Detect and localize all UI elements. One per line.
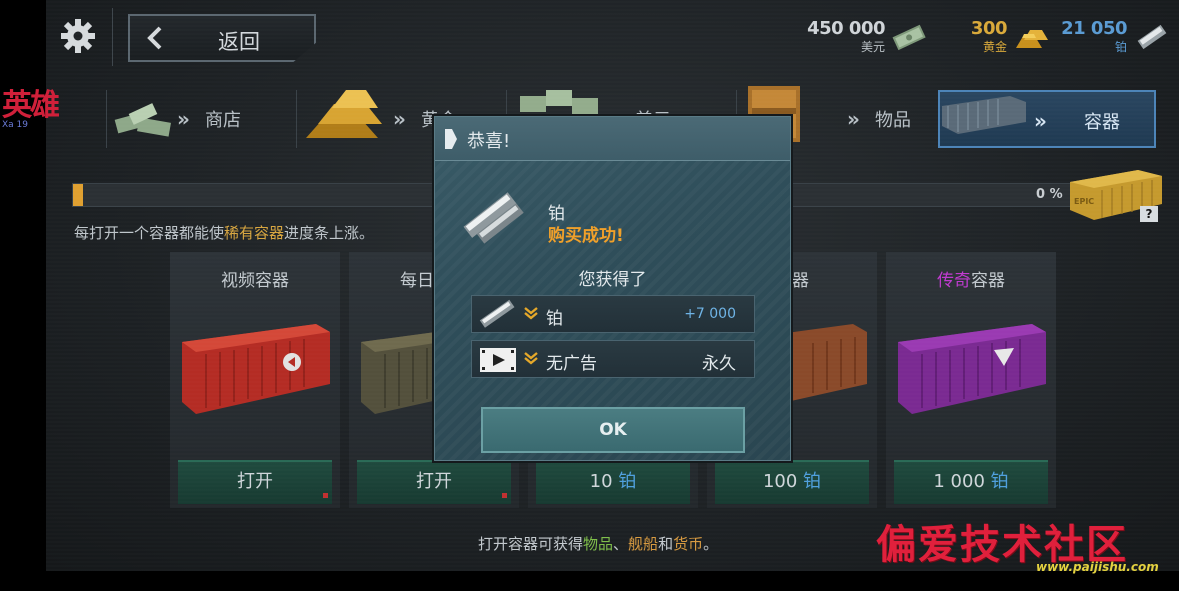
currency-platinum: 21 050 铂 — [1061, 18, 1127, 55]
cost-value: 100 — [762, 471, 798, 492]
progress-percent: 0 % — [1036, 187, 1063, 202]
purchase-success-dialog: 恭喜! 铂 购买成功! 您获得了 铂 +7 000 无广告 永久 OK — [434, 116, 791, 461]
card-title-suffix: 容器 — [971, 271, 1005, 291]
purple-container-icon — [898, 324, 1046, 414]
double-chevron-icon: » — [847, 107, 860, 131]
dialog-header: 恭喜! — [435, 117, 790, 161]
cash-pile-icon — [114, 103, 171, 137]
reward-label: 无广告 — [546, 354, 597, 374]
gold-name: 黄金 — [982, 40, 1007, 54]
purchase-success-message: 购买成功! — [548, 226, 624, 246]
card-title: 传奇容器 — [886, 266, 1056, 291]
cost-currency: 铂 — [618, 471, 637, 492]
hint-prefix: 每打开一个容器都能使 — [74, 224, 225, 242]
back-label: 返回 — [218, 30, 260, 54]
epic-label: EPIC — [1074, 197, 1094, 206]
buy-legendary-container-button[interactable]: 1 000 铂 — [894, 460, 1048, 504]
reward-label: 铂 — [546, 309, 563, 329]
hint-highlight: 稀有容器 — [224, 224, 285, 242]
chevron-rank-icon — [524, 352, 538, 365]
cost-value: 1 000 — [933, 471, 985, 492]
notification-dot — [323, 493, 328, 498]
buy-container-100-button[interactable]: 100 铂 — [715, 460, 869, 504]
ok-button[interactable]: OK — [481, 407, 745, 453]
hint-suffix: 进度条上涨。 — [284, 224, 375, 242]
help-button[interactable]: ? — [1140, 206, 1158, 222]
footer-and: 和 — [658, 535, 674, 553]
buy-container-10-button[interactable]: 10 铂 — [536, 460, 690, 504]
divider — [112, 8, 113, 66]
progress-fill — [73, 184, 84, 206]
platinum-bars-icon — [1137, 24, 1167, 50]
cost-currency: 铂 — [990, 471, 1009, 492]
reward-value: +7 000 — [684, 306, 736, 322]
video-play-icon — [480, 348, 516, 372]
watermark-top-left-sub: Xa 19 — [2, 120, 28, 130]
top-bar: 返回 450 000 美元 300 黄金 21 050 铂 — [46, 0, 1179, 72]
red-container-icon — [182, 324, 330, 414]
chevron-left-icon — [147, 26, 162, 50]
legendary-word: 传奇 — [937, 271, 971, 291]
container-card-legendary: 传奇容器 1 000 铂 — [886, 252, 1056, 508]
progress-hint: 每打开一个容器都能使稀有容器进度条上涨。 — [74, 222, 374, 243]
back-button[interactable]: 返回 — [128, 14, 316, 62]
currency-usd: 450 000 美元 — [807, 18, 885, 55]
reward-row-no-ads: 无广告 永久 — [471, 340, 755, 378]
reward-row-platinum: 铂 +7 000 — [471, 295, 755, 333]
dialog-title: 恭喜! — [467, 131, 511, 152]
flag-icon — [445, 129, 457, 149]
footer-end: 。 — [703, 535, 719, 553]
cost-value: 10 — [589, 471, 613, 492]
tab-items-label: 物品 — [875, 110, 911, 131]
platinum-amount: 21 050 — [1061, 18, 1127, 39]
footer-money: 货币 — [673, 535, 704, 553]
watermark-top-left: 英雄 — [2, 88, 60, 123]
card-title: 视频容器 — [221, 271, 289, 291]
tab-containers-label: 容器 — [1084, 112, 1120, 133]
footer-ships: 舰船 — [628, 535, 659, 553]
gold-pile-icon — [306, 90, 382, 138]
footer-sep: 、 — [613, 535, 629, 553]
container-card-video: 视频容器 打开 — [170, 252, 340, 508]
gold-bars-icon — [1016, 30, 1048, 48]
usd-name: 美元 — [860, 40, 885, 54]
cash-stack-icon — [892, 24, 926, 51]
platinum-bars-icon — [463, 192, 524, 244]
open-video-container-button[interactable]: 打开 — [178, 460, 332, 504]
currency-gold: 300 黄金 — [970, 18, 1008, 55]
platinum-name: 铂 — [1114, 40, 1127, 54]
usd-amount: 450 000 — [807, 18, 885, 39]
forum-watermark-url: www.paijishu.com — [1036, 560, 1159, 574]
gear-icon[interactable] — [58, 16, 98, 56]
button-label: 打开 — [237, 471, 273, 492]
notification-dot — [502, 493, 507, 498]
cost-currency: 铂 — [803, 471, 822, 492]
double-chevron-icon: » — [1034, 109, 1047, 133]
chevron-rank-icon — [524, 307, 538, 320]
reward-value: 永久 — [702, 354, 736, 374]
footer-text: 打开容器可获得 — [478, 535, 584, 553]
tab-shop-label: 商店 — [205, 110, 241, 131]
button-label: 打开 — [416, 471, 452, 492]
you-received-label: 您获得了 — [578, 270, 647, 290]
gold-amount: 300 — [970, 18, 1008, 39]
footer-note: 打开容器可获得物品、舰船和货币。 — [478, 533, 718, 554]
platinum-bars-icon — [479, 299, 515, 328]
open-daily-container-button[interactable]: 打开 — [357, 460, 511, 504]
container-tab-icon — [942, 96, 1026, 134]
footer-items: 物品 — [583, 535, 614, 553]
